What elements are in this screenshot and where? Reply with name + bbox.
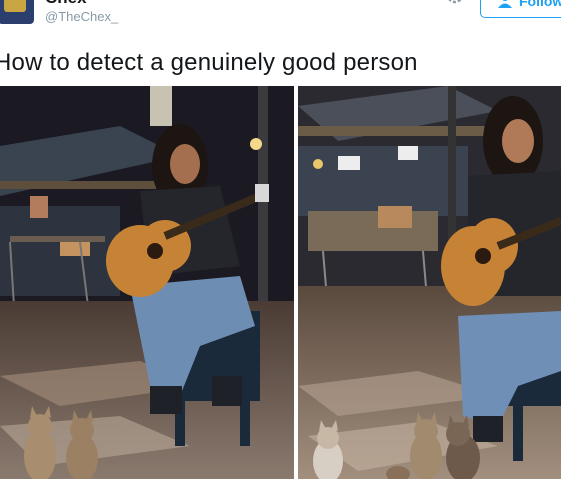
follow-button[interactable]: Follow xyxy=(480,0,561,18)
tweet-photo-1[interactable] xyxy=(0,86,294,479)
settings-button[interactable] xyxy=(443,0,467,12)
tweet-photo-2[interactable] xyxy=(298,86,561,479)
author-name[interactable]: Chex xyxy=(45,0,87,8)
author-handle[interactable]: @TheChex_ xyxy=(45,9,118,25)
avatar[interactable] xyxy=(0,0,34,24)
follow-label: Follow xyxy=(519,0,561,9)
tweet-text: How to detect a genuinely good person xyxy=(0,49,418,76)
gear-icon xyxy=(448,0,462,4)
add-person-icon xyxy=(497,0,515,12)
